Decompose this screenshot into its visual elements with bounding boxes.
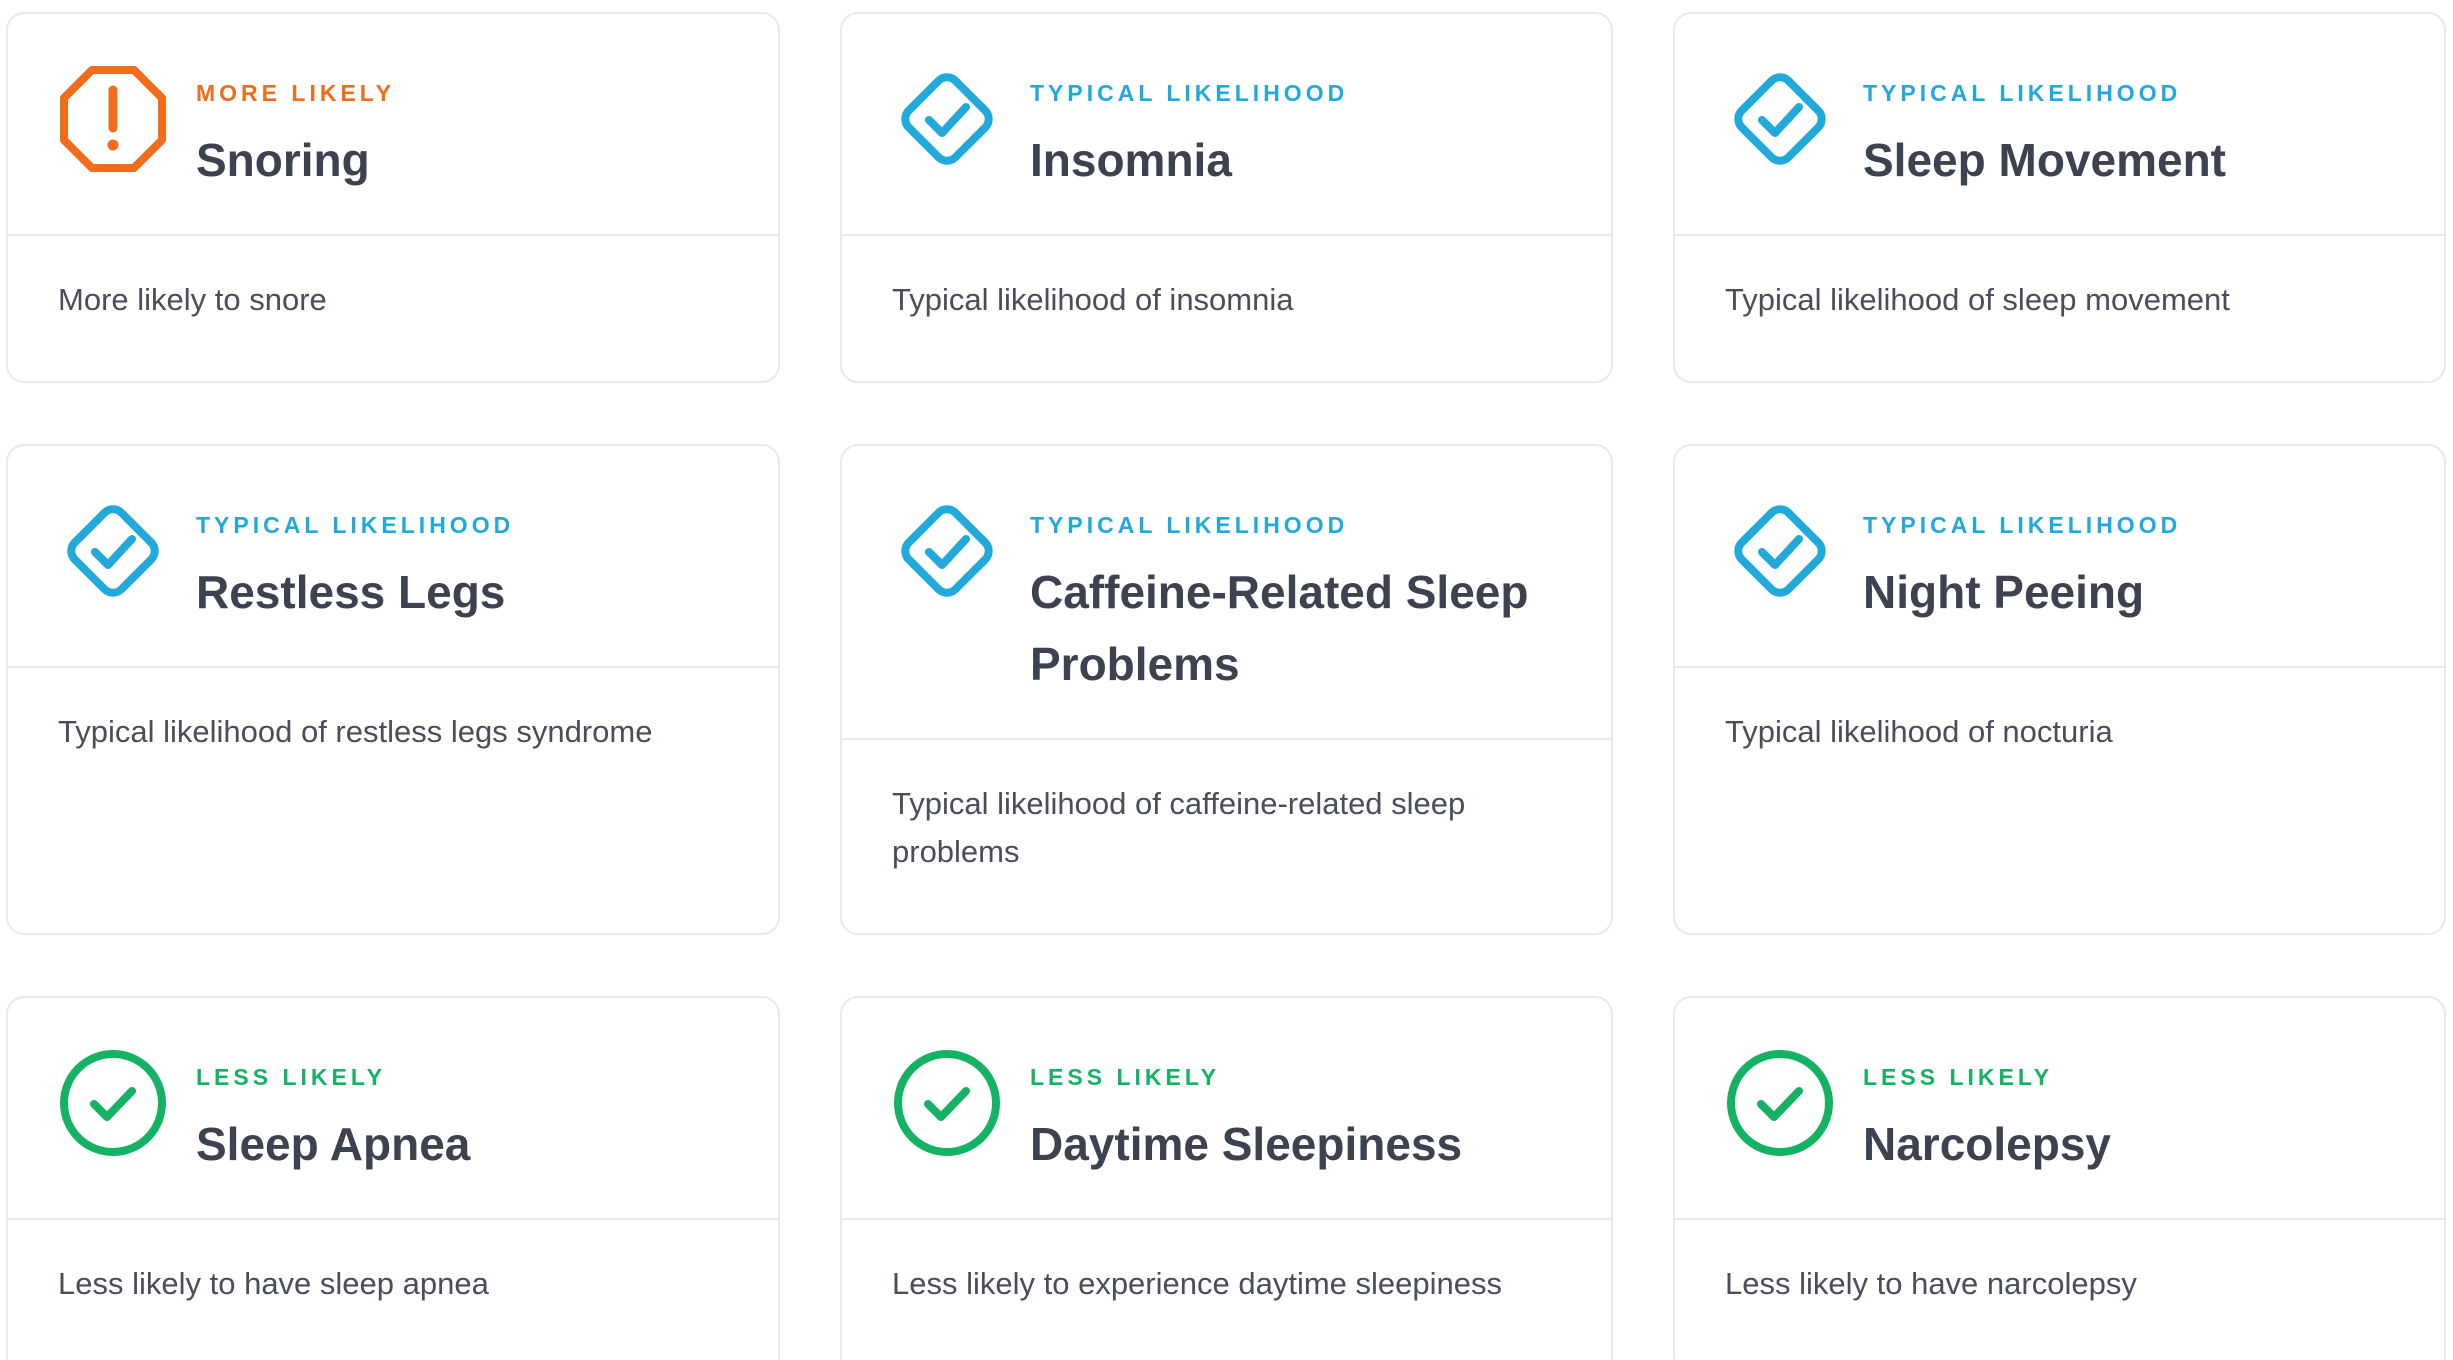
card-header: TYPICAL LIKELIHOOD Caffeine-Related Slee… — [842, 446, 1611, 740]
trait-title: Insomnia — [1030, 134, 1232, 186]
check-circle-icon — [1725, 1048, 1835, 1158]
check-diamond-icon — [892, 496, 1002, 606]
trait-title: Sleep Apnea — [196, 1118, 471, 1170]
trait-title: Night Peeing — [1863, 566, 2145, 618]
sleep-traits-grid: MORE LIKELY Snoring More likely to snore… — [0, 0, 2453, 1360]
trait-card-sleep-apnea[interactable]: LESS LIKELY Sleep Apnea Less likely to h… — [6, 996, 780, 1360]
trait-card-restless-legs[interactable]: TYPICAL LIKELIHOOD Restless Legs Typical… — [6, 444, 780, 935]
trait-description: Typical likelihood of caffeine-related s… — [892, 786, 1466, 869]
likelihood-tag: MORE LIKELY — [196, 80, 396, 106]
trait-title: Daytime Sleepiness — [1030, 1118, 1463, 1170]
trait-description: Typical likelihood of nocturia — [1725, 714, 2113, 749]
likelihood-tag: LESS LIKELY — [196, 1064, 387, 1090]
trait-title: Narcolepsy — [1863, 1118, 2112, 1170]
likelihood-tag: LESS LIKELY — [1030, 1064, 1221, 1090]
likelihood-tag: TYPICAL LIKELIHOOD — [196, 512, 515, 538]
trait-card-night-peeing[interactable]: TYPICAL LIKELIHOOD Night Peeing Typical … — [1673, 444, 2446, 935]
likelihood-tag: LESS LIKELY — [1863, 1064, 2054, 1090]
likelihood-tag: TYPICAL LIKELIHOOD — [1863, 80, 2182, 106]
card-header: TYPICAL LIKELIHOOD Insomnia — [842, 14, 1611, 236]
card-header: LESS LIKELY Narcolepsy — [1675, 998, 2444, 1220]
trait-title: Restless Legs — [196, 566, 506, 618]
trait-description: Less likely to have narcolepsy — [1725, 1266, 2137, 1301]
likelihood-tag: TYPICAL LIKELIHOOD — [1030, 80, 1349, 106]
trait-title: Snoring — [196, 134, 370, 186]
check-diamond-icon — [58, 496, 168, 606]
trait-card-insomnia[interactable]: TYPICAL LIKELIHOOD Insomnia Typical like… — [840, 12, 1613, 383]
likelihood-tag: TYPICAL LIKELIHOOD — [1863, 512, 2182, 538]
trait-title: Sleep Movement — [1863, 134, 2226, 186]
trait-card-sleep-movement[interactable]: TYPICAL LIKELIHOOD Sleep Movement Typica… — [1673, 12, 2446, 383]
check-circle-icon — [892, 1048, 1002, 1158]
trait-card-narcolepsy[interactable]: LESS LIKELY Narcolepsy Less likely to ha… — [1673, 996, 2446, 1360]
check-diamond-icon — [1725, 496, 1835, 606]
alert-octagon-icon — [58, 64, 168, 174]
trait-description: Less likely to have sleep apnea — [58, 1266, 489, 1301]
likelihood-tag: TYPICAL LIKELIHOOD — [1030, 512, 1349, 538]
trait-title: Caffeine-Related Sleep Problems — [1030, 566, 1529, 690]
trait-description: Less likely to experience daytime sleepi… — [892, 1266, 1502, 1301]
card-header: TYPICAL LIKELIHOOD Restless Legs — [8, 446, 778, 668]
trait-card-caffeine-related-sleep-problems[interactable]: TYPICAL LIKELIHOOD Caffeine-Related Slee… — [840, 444, 1613, 935]
card-header: TYPICAL LIKELIHOOD Sleep Movement — [1675, 14, 2444, 236]
card-header: MORE LIKELY Snoring — [8, 14, 778, 236]
check-circle-icon — [58, 1048, 168, 1158]
card-header: LESS LIKELY Sleep Apnea — [8, 998, 778, 1220]
trait-card-daytime-sleepiness[interactable]: LESS LIKELY Daytime Sleepiness Less like… — [840, 996, 1613, 1360]
card-header: LESS LIKELY Daytime Sleepiness — [842, 998, 1611, 1220]
trait-description: Typical likelihood of sleep movement — [1725, 282, 2230, 317]
trait-description: Typical likelihood of restless legs synd… — [58, 714, 653, 749]
trait-description: Typical likelihood of insomnia — [892, 282, 1294, 317]
trait-card-snoring[interactable]: MORE LIKELY Snoring More likely to snore — [6, 12, 780, 383]
trait-description: More likely to snore — [58, 282, 327, 317]
check-diamond-icon — [892, 64, 1002, 174]
card-header: TYPICAL LIKELIHOOD Night Peeing — [1675, 446, 2444, 668]
check-diamond-icon — [1725, 64, 1835, 174]
